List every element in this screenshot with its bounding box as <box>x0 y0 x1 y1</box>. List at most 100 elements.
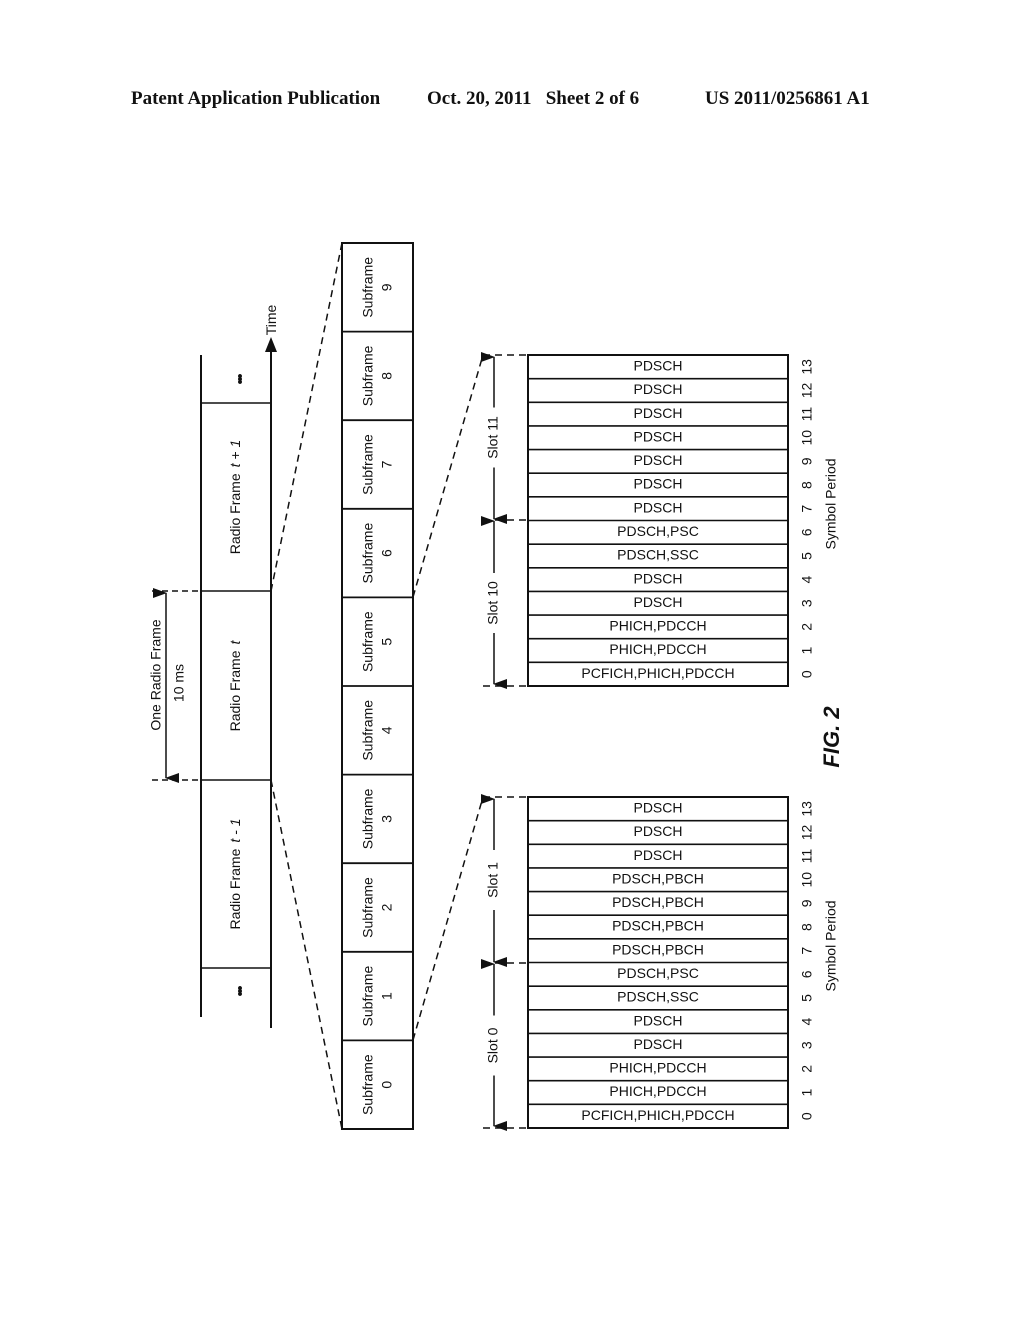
symbol-period-number: 8 <box>799 481 815 489</box>
symbol-period-axis-label: Symbol Period <box>823 900 839 991</box>
symbol-row: PDSCH 3 <box>528 1036 815 1058</box>
subframe-label: Subframe <box>360 966 376 1027</box>
symbol-row: PDSCH 4 <box>528 570 815 593</box>
symbol-period-number: 10 <box>799 430 815 446</box>
radio-frame-t-plus-1: Radio Framet + 1 <box>227 440 243 555</box>
symbol-row: PDSCH,PBCH 10 <box>528 870 815 893</box>
symbol-row: PDSCH 3 <box>528 594 815 616</box>
symbol-row: PCFICH,PHICH,PDCCH 0 <box>581 1107 814 1123</box>
symbol-channels: PHICH,PDCCH <box>609 1060 706 1076</box>
subframe-label: Subframe <box>360 257 376 318</box>
symbol-channels: PDSCH <box>633 476 682 492</box>
symbol-channels: PDSCH,PSC <box>617 523 699 539</box>
symbol-row: PDSCH 11 <box>528 847 815 869</box>
symbol-channels: PDSCH,PBCH <box>612 941 704 957</box>
symbol-period-number: 12 <box>799 824 815 840</box>
subframe-index: 9 <box>379 283 395 291</box>
subframe-index: 5 <box>379 638 395 646</box>
radio-frame-timeline: Time ••• ••• Radio Framet + 1 Radio Fram… <box>148 304 279 1028</box>
svg-text:Radio Framet - 1: Radio Framet - 1 <box>227 818 243 929</box>
subframe-9: Subframe 9 <box>342 257 413 333</box>
symbol-period-number: 0 <box>799 670 815 678</box>
symbol-channels: PDSCH <box>633 405 682 421</box>
symbol-row: PDSCH,PBCH 9 <box>528 894 815 917</box>
subframe-index: 0 <box>379 1081 395 1089</box>
symbol-channels: PDSCH <box>633 847 682 863</box>
symbol-period-number: 3 <box>799 599 815 607</box>
symbol-row: PDSCH,PSC 6 <box>528 965 815 987</box>
symbol-channels: PDSCH,PBCH <box>612 894 704 910</box>
subframe-3: Subframe 3 <box>342 788 413 865</box>
slot-label-low: Slot 10 <box>485 581 501 625</box>
symbol-period-number: 5 <box>799 552 815 560</box>
symbol-channels: PDSCH,PBCH <box>612 918 704 934</box>
subframe-label: Subframe <box>360 345 376 406</box>
subframe-4: Subframe 4 <box>342 700 413 776</box>
symbol-period-number: 9 <box>799 457 815 465</box>
subframe-label: Subframe <box>360 611 376 672</box>
symbol-row: PDSCH 9 <box>528 452 815 475</box>
symbol-row: PDSCH 12 <box>528 823 815 846</box>
symbol-channels: PCFICH,PHICH,PDCCH <box>581 1107 734 1123</box>
radio-frame-t: Radio Framet <box>227 639 243 731</box>
symbol-period-number: 2 <box>799 623 815 631</box>
subframe-column: Subframe 0Subframe 1Subframe 2Subframe 3Subf… <box>341 242 414 1130</box>
zoom-line <box>412 354 484 598</box>
symbol-row: PDSCH 8 <box>528 476 815 498</box>
symbol-row: PDSCH 12 <box>528 381 815 404</box>
subframe-5: Subframe 5 <box>342 611 413 687</box>
subframe-7: Subframe 7 <box>342 434 413 510</box>
radio-frame-t-minus-1: Radio Framet - 1 <box>227 818 243 929</box>
symbol-row: PDSCH 7 <box>528 499 815 522</box>
subframe-index: 6 <box>379 549 395 557</box>
symbol-channels: PDSCH,SSC <box>617 989 699 1005</box>
symbol-period-number: 7 <box>799 505 815 513</box>
symbol-period-number: 1 <box>799 646 815 654</box>
ellipsis-bottom: ••• <box>232 986 248 997</box>
subframe-8: Subframe 8 <box>342 345 413 422</box>
subframe-index: 4 <box>379 726 395 734</box>
symbol-row: PDSCH,PBCH 8 <box>528 918 815 940</box>
subframe-5-symbol-table: PCFICH,PHICH,PDCCH 0PHICH,PDCCH 1PHICH,PDC… <box>481 352 839 689</box>
symbol-row: PDSCH 10 <box>528 428 815 451</box>
symbol-row: PDSCH 13 <box>528 800 815 822</box>
symbol-period-number: 8 <box>799 923 815 931</box>
svg-text:Radio Framet + 1: Radio Framet + 1 <box>227 440 243 555</box>
symbol-row: PDSCH,SSC 5 <box>528 547 815 569</box>
symbol-period-axis-label: Symbol Period <box>823 458 839 549</box>
symbol-channels: PDSCH,PBCH <box>612 870 704 886</box>
zoom-line <box>270 779 343 1130</box>
symbol-period-number: 2 <box>799 1065 815 1073</box>
symbol-row: PDSCH 11 <box>528 405 815 427</box>
symbol-channels: PCFICH,PHICH,PDCCH <box>581 665 734 681</box>
symbol-period-number: 6 <box>799 528 815 536</box>
symbol-period-number: 9 <box>799 899 815 907</box>
symbol-channels: PDSCH <box>633 823 682 839</box>
symbol-period-number: 3 <box>799 1041 815 1049</box>
symbol-channels: PDSCH <box>633 428 682 444</box>
subframe-label: Subframe <box>360 1054 376 1115</box>
subframe-index: 2 <box>379 903 395 911</box>
symbol-row: PDSCH,SSC 5 <box>528 989 815 1011</box>
symbol-period-number: 6 <box>799 970 815 978</box>
symbol-period-number: 4 <box>799 1018 815 1026</box>
symbol-channels: PHICH,PDCCH <box>609 1083 706 1099</box>
symbol-period-number: 13 <box>799 801 815 817</box>
subframe-label: Subframe <box>360 523 376 584</box>
subframe-label: Subframe <box>360 434 376 495</box>
symbol-row: PDSCH,PBCH 7 <box>528 941 815 964</box>
subframe-6: Subframe 6 <box>342 523 413 599</box>
symbol-period-number: 11 <box>799 407 815 422</box>
symbol-channels: PDSCH <box>633 452 682 468</box>
symbol-row: PDSCH 4 <box>528 1012 815 1035</box>
symbol-row: PHICH,PDCCH 2 <box>528 618 815 640</box>
symbol-row: PDSCH,PSC 6 <box>528 523 815 545</box>
symbol-channels: PDSCH <box>633 1036 682 1052</box>
time-arrow-icon <box>265 337 277 352</box>
subframe-index: 7 <box>379 460 395 468</box>
subframe-0: Subframe 0 <box>360 1054 395 1115</box>
slot-label-high: Slot 11 <box>485 416 501 459</box>
symbol-row: PDSCH 13 <box>528 358 815 380</box>
symbol-period-number: 4 <box>799 576 815 584</box>
symbol-period-number: 10 <box>799 872 815 888</box>
